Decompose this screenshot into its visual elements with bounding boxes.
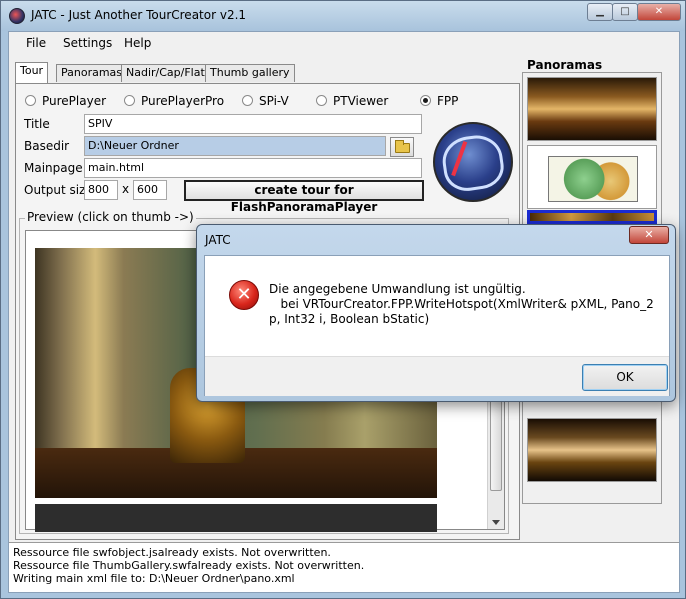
title-bar[interactable]: JATC - Just Another TourCreator v2.1 ▁ □… [1,1,685,31]
dialog-close-button[interactable]: ✕ [629,226,669,244]
jatc-logo [433,122,513,202]
radio-pureplayer[interactable]: PurePlayer [25,94,106,108]
radio-dot [25,95,36,106]
radio-label: PTViewer [333,94,389,108]
menu-file[interactable]: File [26,36,46,50]
tab-tour[interactable]: Tour [15,62,49,83]
menu-bar: File Settings Help [9,32,679,54]
log-output: Ressource file swfobject.jsalready exist… [9,542,679,592]
maximize-button[interactable]: □ [612,3,638,21]
pano-thumb[interactable] [527,145,657,209]
title-label: Title [24,117,50,131]
output-size-label: Output size [24,183,93,197]
radio-fpp[interactable]: FPP [420,94,458,108]
create-tour-button[interactable]: create tour for FlashPanoramaPlayer [184,180,424,214]
mainpage-field[interactable]: main.html [84,158,422,178]
radio-label: PurePlayer [42,94,107,108]
log-line: Ressource file ThumbGallery.swfalready e… [13,559,365,572]
window-title: JATC - Just Another TourCreator v2.1 [31,8,247,22]
dialog-footer: OK [205,356,669,396]
minimize-button[interactable]: ▁ [587,3,613,21]
pano-thumb[interactable] [527,418,657,482]
error-dialog: JATC ✕ ✕ Die angegebene Umwandlung ist u… [196,224,676,402]
menu-help[interactable]: Help [124,36,151,50]
preview-legend: Preview (click on thumb ->) [25,210,196,224]
log-line: Ressource file swfobject.jsalready exist… [13,546,331,559]
radio-label: PurePlayerPro [141,94,225,108]
dialog-body: ✕ Die angegebene Umwandlung ist ungültig… [204,255,670,396]
preview-strip [35,504,437,532]
floorplan-image [548,156,638,202]
radio-spi-v[interactable]: SPi-V [242,94,289,108]
radio-ptviewer[interactable]: PTViewer [316,94,388,108]
app-icon [9,8,25,24]
radio-dot [242,95,253,106]
height-field[interactable]: 600 [133,180,167,200]
radio-label: FPP [437,94,459,108]
title-field[interactable]: SPIV [84,114,422,134]
panoramas-title: Panoramas [527,58,603,72]
radio-pureplayerpro[interactable]: PurePlayerPro [124,94,224,108]
error-icon: ✕ [229,280,259,310]
pano-thumb[interactable] [527,77,657,141]
tab-panoramas[interactable]: Panoramas [56,64,128,82]
size-separator: x [122,182,130,196]
pano-thumb-selected[interactable] [527,210,657,224]
tab-nadir-cap-flat[interactable]: Nadir/Cap/Flat [121,64,210,82]
error-message: Die angegebene Umwandlung ist ungültig. … [269,282,654,326]
folder-icon [395,140,410,153]
logo-mark [439,132,507,194]
radio-label: SPi-V [259,94,289,108]
scroll-down-icon[interactable] [492,520,500,525]
browse-folder-button[interactable] [390,137,414,157]
radio-dot [420,95,431,106]
width-field[interactable]: 800 [84,180,118,200]
dialog-title: JATC [205,233,231,247]
radio-dot [316,95,327,106]
log-line: Writing main xml file to: D:\Neuer Ordne… [13,572,295,585]
basedir-field[interactable]: D:\Neuer Ordner [84,136,386,156]
basedir-label: Basedir [24,139,70,153]
tab-thumb-gallery[interactable]: Thumb gallery [205,64,295,82]
ok-button[interactable]: OK [582,364,668,391]
radio-dot [124,95,135,106]
mainpage-label: Mainpage [24,161,83,175]
close-button[interactable]: ✕ [637,3,681,21]
menu-settings[interactable]: Settings [63,36,112,50]
